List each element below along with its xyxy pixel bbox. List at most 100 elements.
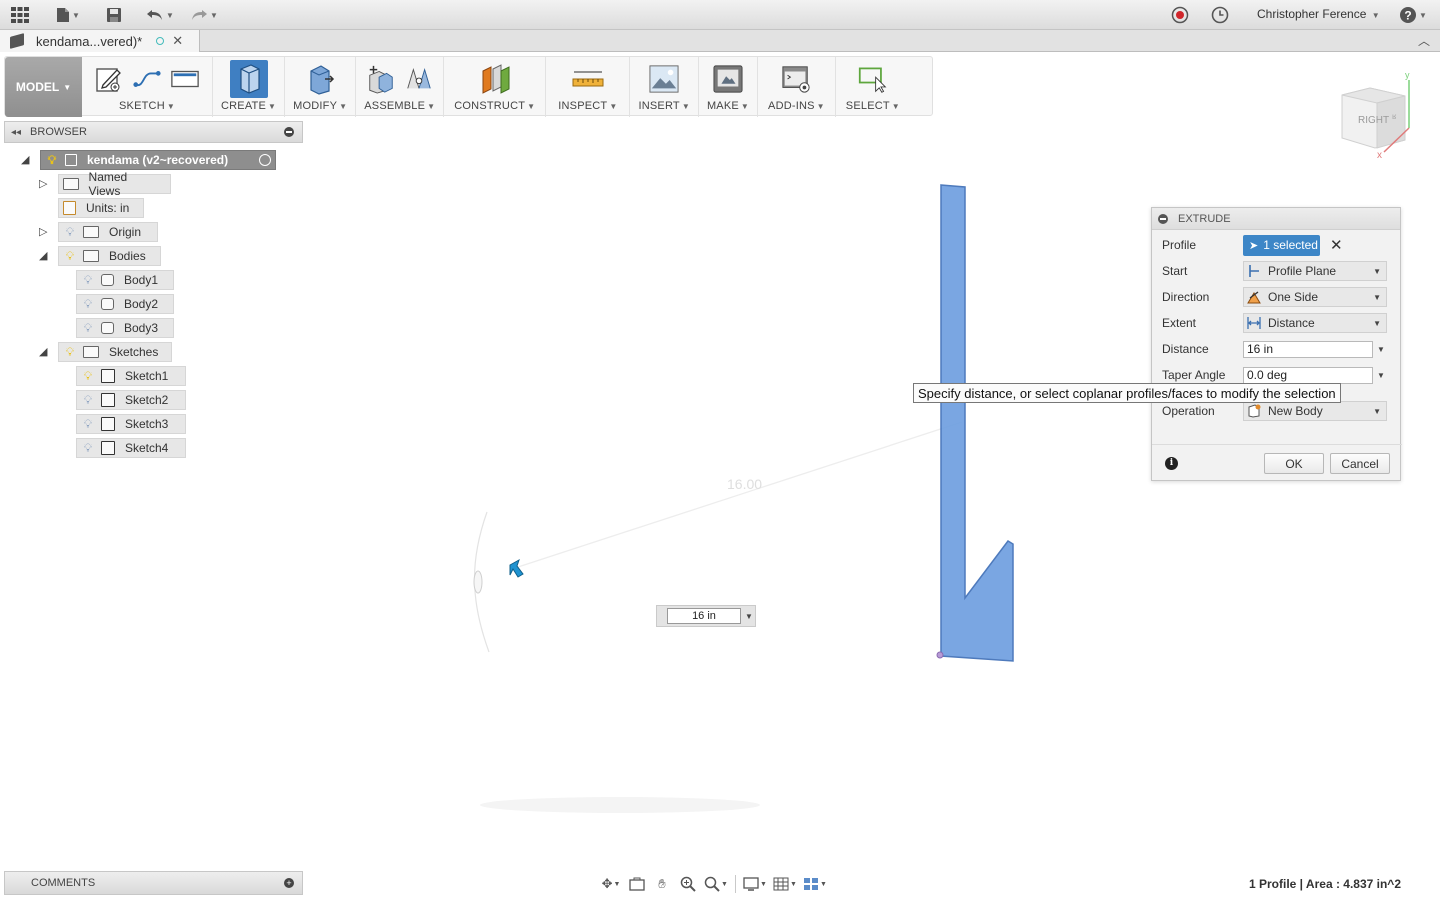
expand-triangle-icon[interactable]: ▷	[39, 177, 47, 190]
document-tab[interactable]: kendama...vered)* ✕	[0, 30, 200, 52]
collapse-dialog-icon[interactable]	[1158, 213, 1168, 224]
insert-image-icon[interactable]	[649, 64, 679, 94]
grid-settings-icon[interactable]: ▼	[770, 873, 800, 895]
comments-panel-header[interactable]: COMMENTS +	[4, 871, 303, 895]
browser-item-body1[interactable]: 💡︎ Body1	[76, 270, 174, 290]
lightbulb-icon[interactable]: 💡︎	[63, 225, 77, 240]
look-at-icon[interactable]	[625, 873, 649, 895]
browser-item-sketch2[interactable]: 💡︎ Sketch2	[76, 390, 186, 410]
extent-select[interactable]: Distance ▼	[1243, 313, 1387, 333]
lightbulb-icon[interactable]: 💡︎	[81, 321, 95, 336]
chevron-down-icon[interactable]: ▼	[1377, 345, 1385, 354]
zoom-icon[interactable]	[675, 873, 701, 895]
chevron-up-icon[interactable]: ︿	[1418, 32, 1430, 49]
press-pull-icon[interactable]	[305, 64, 335, 95]
lightbulb-icon[interactable]: 💡︎	[81, 369, 95, 384]
grid-apps-icon[interactable]	[11, 5, 29, 25]
3d-print-icon[interactable]	[713, 64, 743, 94]
redo-button[interactable]: ▼	[190, 5, 218, 25]
create-sketch-icon[interactable]	[94, 64, 124, 94]
lightbulb-icon[interactable]: 💡︎	[81, 297, 95, 312]
save-button[interactable]	[106, 5, 122, 25]
toolbar-menu-assemble[interactable]: ASSEMBLE ▼	[364, 100, 435, 112]
file-menu-button[interactable]: ▼	[56, 5, 80, 25]
toolbar-menu-create[interactable]: CREATE ▼	[221, 100, 276, 112]
add-comment-icon[interactable]: +	[284, 878, 294, 888]
undo-button[interactable]: ▼	[146, 5, 174, 25]
extrude-arrow-manipulator[interactable]	[509, 558, 524, 578]
lightbulb-icon[interactable]: 💡︎	[81, 441, 95, 456]
select-icon[interactable]	[858, 64, 888, 94]
lightbulb-icon[interactable]: 💡︎	[45, 153, 59, 168]
activate-radio-icon[interactable]	[259, 154, 271, 166]
browser-item-sketch1[interactable]: 💡︎ Sketch1	[76, 366, 186, 386]
browser-item-units[interactable]: Units: in	[58, 198, 144, 218]
browser-item-origin[interactable]: 💡︎ Origin	[58, 222, 158, 242]
clock-icon[interactable]	[1211, 5, 1229, 25]
collapse-triangle-icon[interactable]: ◢	[21, 153, 29, 166]
browser-item-sketches[interactable]: 💡︎ Sketches	[58, 342, 172, 362]
info-icon[interactable]: i	[1165, 457, 1178, 470]
toolbar-menu-add-ins[interactable]: ADD-INS ▼	[768, 100, 825, 112]
close-tab-icon[interactable]: ✕	[172, 33, 183, 49]
display-settings-icon[interactable]: ▼	[740, 873, 770, 895]
direction-select[interactable]: One Side ▼	[1243, 287, 1387, 307]
toolbar-menu-make[interactable]: MAKE ▼	[707, 100, 749, 112]
lightbulb-icon[interactable]: 💡︎	[81, 417, 95, 432]
user-menu[interactable]: Christopher Ference ▼	[1257, 7, 1380, 21]
minimize-icon[interactable]	[284, 127, 294, 137]
viewports-icon[interactable]: ▼	[800, 873, 830, 895]
toolbar-menu-inspect[interactable]: INSPECT ▼	[558, 100, 617, 112]
orbit-icon[interactable]: ✥ ▼	[597, 873, 625, 895]
record-icon[interactable]	[1171, 5, 1189, 25]
browser-item-sketch4[interactable]: 💡︎ Sketch4	[76, 438, 186, 458]
distance-input-inline[interactable]: 16 in	[667, 608, 741, 624]
chevron-down-icon[interactable]: ▼	[1377, 371, 1385, 380]
start-select[interactable]: Profile Plane ▼	[1243, 261, 1387, 281]
line-tool-icon[interactable]	[132, 64, 162, 94]
chevron-down-icon[interactable]: ▼	[745, 612, 753, 621]
joint-icon[interactable]	[404, 64, 434, 94]
extrude-icon[interactable]	[229, 60, 268, 98]
collapse-browser-icon[interactable]: ◂◂	[11, 127, 21, 138]
manipulator-handle[interactable]	[473, 570, 483, 594]
toolbar-menu-construct[interactable]: CONSTRUCT ▼	[454, 100, 535, 112]
toolbar-menu-select[interactable]: SELECT ▼	[846, 100, 900, 112]
distance-value-box[interactable]: 16 in ▼	[656, 605, 756, 627]
lightbulb-icon[interactable]: 💡︎	[63, 249, 77, 264]
extrude-dialog-header[interactable]: EXTRUDE	[1152, 208, 1400, 230]
clear-selection-icon[interactable]: ✕	[1330, 236, 1343, 254]
lightbulb-icon[interactable]: 💡︎	[81, 273, 95, 288]
selected-profile[interactable]	[940, 184, 1014, 662]
scripts-addins-icon[interactable]	[781, 64, 811, 94]
view-cube[interactable]: RIGHT ʁ x y	[1330, 70, 1425, 165]
help-menu[interactable]: ? ▼	[1399, 5, 1427, 25]
browser-item-sketch3[interactable]: 💡︎ Sketch3	[76, 414, 186, 434]
browser-item-named-views[interactable]: Named Views	[58, 170, 171, 198]
browser-item-body2[interactable]: 💡︎ Body2	[76, 294, 174, 314]
browser-item-body3[interactable]: 💡︎ Body3	[76, 318, 174, 338]
taper-angle-input[interactable]: 0.0 deg	[1243, 366, 1373, 384]
lightbulb-icon[interactable]: 💡︎	[81, 393, 95, 408]
browser-root-node[interactable]: 💡︎ kendama (v2~recovered)	[40, 150, 276, 170]
new-component-icon[interactable]	[366, 64, 396, 94]
operation-select[interactable]: New Body ▼	[1243, 401, 1387, 421]
expand-triangle-icon[interactable]: ▷	[39, 225, 47, 238]
browser-item-bodies[interactable]: 💡︎ Bodies	[58, 246, 161, 266]
toolbar-menu-modify[interactable]: MODIFY ▼	[293, 100, 347, 112]
toolbar-menu-insert[interactable]: INSERT ▼	[638, 100, 689, 112]
rectangle-tool-icon[interactable]	[170, 64, 200, 94]
cancel-button[interactable]: Cancel	[1330, 453, 1390, 474]
collapse-triangle-icon[interactable]: ◢	[39, 345, 47, 358]
ok-button[interactable]: OK	[1264, 453, 1324, 474]
toolbar-menu-sketch[interactable]: SKETCH ▼	[119, 100, 175, 112]
distance-input[interactable]: 16 in	[1243, 340, 1373, 358]
measure-icon[interactable]	[565, 64, 611, 94]
offset-plane-icon[interactable]	[470, 64, 520, 94]
lightbulb-icon[interactable]: 💡︎	[63, 345, 77, 360]
fit-zoom-icon[interactable]: ▼	[701, 873, 731, 895]
collapse-triangle-icon[interactable]: ◢	[39, 249, 47, 262]
pan-hand-icon[interactable]: ✋︎	[649, 873, 675, 895]
profile-selection-button[interactable]: ➤ 1 selected	[1243, 234, 1320, 256]
workspace-switcher[interactable]: MODEL ▼	[5, 57, 82, 117]
